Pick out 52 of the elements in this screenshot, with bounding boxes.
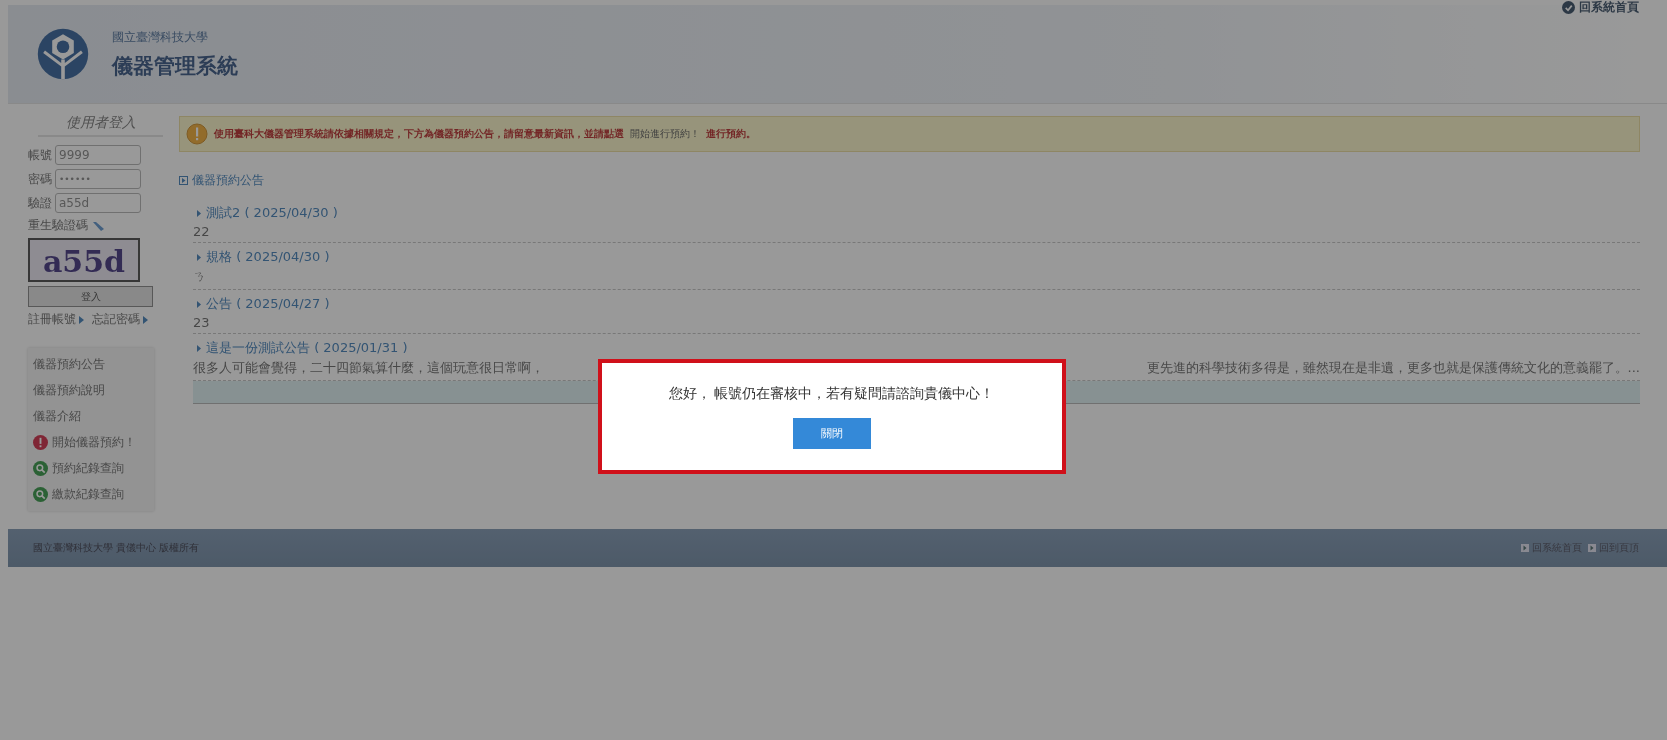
announcement-title[interactable]: 測試2 ( 2025/04/30 ) [206, 204, 338, 222]
exclamation-circle-icon [33, 435, 48, 450]
pencil-icon[interactable] [91, 219, 105, 232]
login-field[interactable]: 9999 [55, 145, 141, 165]
university-name: 國立臺灣科技大學 [112, 28, 209, 46]
announcement-title[interactable]: 這是一份測試公告 ( 2025/01/31 ) [206, 339, 408, 357]
reserve-link[interactable]: 進行預約。 [706, 127, 756, 141]
arrow-circle-icon [1562, 1, 1575, 14]
announcement-body: ㄋ [193, 268, 206, 286]
announcement-body: 更先進的科學技術多得是，雖然現在是非遺，更多也就是保護傳統文化的意義罷了。... [1146, 359, 1640, 377]
system-title: 儀器管理系統 [112, 52, 238, 80]
close-button[interactable]: 關閉 [792, 417, 871, 449]
warning-icon [186, 123, 208, 145]
announcement-body: 22 [193, 224, 210, 239]
triangle-right-icon [143, 315, 148, 324]
field-label: 驗證 [28, 194, 52, 212]
university-logo-icon [36, 27, 90, 81]
login-heading: 使用者登入 [38, 114, 163, 137]
announcements-heading: 儀器預約公告 [192, 172, 264, 189]
login-field[interactable]: •••••• [55, 169, 141, 189]
account-link[interactable]: 忘記密碼 [92, 311, 140, 328]
triangle-right-icon [197, 253, 201, 261]
announcement-title[interactable]: 公告 ( 2025/04/27 ) [206, 295, 330, 313]
expand-square-icon [1588, 544, 1596, 552]
triangle-right-icon [197, 300, 201, 308]
announcement-body: 23 [193, 315, 210, 330]
sidebar-item[interactable]: 儀器介紹 [33, 408, 81, 425]
triangle-right-icon [197, 209, 201, 217]
notice-hint: 開始進行預約！ [630, 127, 700, 141]
sidebar-item[interactable]: 儀器預約說明 [33, 382, 105, 399]
announcement-title[interactable]: 規格 ( 2025/04/30 ) [206, 248, 330, 266]
search-icon [33, 461, 48, 476]
dialog-message: 您好， 帳號仍在審核中，若有疑問請諮詢貴儀中心！ [668, 384, 995, 403]
search-icon [33, 487, 48, 502]
login-button[interactable]: 登入 [28, 286, 153, 307]
triangle-right-icon [197, 344, 201, 352]
home-link[interactable]: 回系統首頁 [1579, 0, 1639, 16]
expand-square-icon [1521, 544, 1529, 552]
refresh-captcha-link[interactable]: 重生驗證碼 [28, 217, 88, 234]
expand-square-icon [179, 176, 188, 185]
login-field[interactable]: a55d [55, 193, 141, 213]
triangle-right-icon [79, 315, 84, 324]
account-link[interactable]: 註冊帳號 [28, 311, 76, 328]
sidebar-item[interactable]: 開始儀器預約！ [52, 434, 136, 451]
field-label: 帳號 [28, 146, 52, 164]
announcement-body: 很多人可能會覺得，二十四節氣算什麼，這個玩意很日常啊， [193, 359, 544, 377]
sidebar-item[interactable]: 儀器預約公告 [33, 356, 105, 373]
field-label: 密碼 [28, 170, 52, 188]
notice-text: 使用臺科大儀器管理系統請依據相關規定，下方為儀器預約公告，請留意最新資訊，並請點選 [214, 127, 624, 141]
sidebar-item[interactable]: 繳款紀錄查詢 [52, 486, 124, 503]
sidebar-item[interactable]: 預約紀錄查詢 [52, 460, 124, 477]
captcha-image: a55d [28, 238, 140, 282]
